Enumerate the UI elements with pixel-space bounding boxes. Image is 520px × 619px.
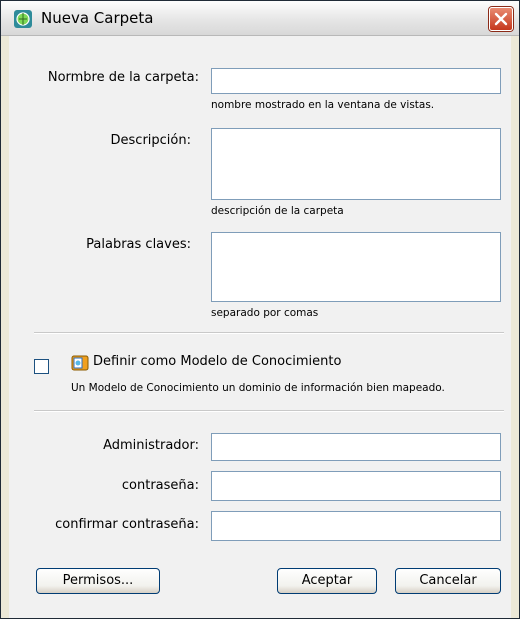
separator xyxy=(34,410,504,412)
keywords-input[interactable] xyxy=(211,232,501,302)
keywords-label: Palabras claves: xyxy=(86,237,191,252)
confirm-password-label: confirmar contraseña: xyxy=(55,517,199,532)
knowledge-model-icon xyxy=(71,354,89,372)
permissions-button[interactable]: Permisos... xyxy=(36,568,160,594)
folder-name-input[interactable] xyxy=(211,68,501,94)
description-label: Descripción: xyxy=(110,133,191,148)
keywords-hint: separado por comas xyxy=(211,307,319,319)
knowledge-model-checkbox[interactable] xyxy=(34,359,49,374)
confirm-password-input[interactable] xyxy=(211,511,501,541)
dialog-body: Normbre de la carpeta: nombre mostrado e… xyxy=(9,36,511,618)
folder-name-label: Normbre de la carpeta: xyxy=(47,70,199,85)
password-input[interactable] xyxy=(211,471,501,501)
administrator-input[interactable] xyxy=(211,433,501,461)
cancel-button[interactable]: Cancelar xyxy=(395,568,501,594)
password-label: contraseña: xyxy=(121,478,199,493)
administrator-label: Administrador: xyxy=(103,438,199,453)
close-button[interactable] xyxy=(489,7,513,31)
window-title: Nueva Carpeta xyxy=(41,9,154,27)
folder-globe-icon xyxy=(13,9,33,29)
close-icon xyxy=(494,12,508,26)
folder-name-hint: nombre mostrado en la ventana de vistas. xyxy=(211,99,435,111)
description-hint: descripción de la carpeta xyxy=(211,205,344,217)
knowledge-model-label: Definir como Modelo de Conocimiento xyxy=(93,354,342,369)
separator xyxy=(34,332,504,334)
accept-button[interactable]: Aceptar xyxy=(277,568,377,594)
title-bar[interactable]: Nueva Carpeta xyxy=(1,1,519,36)
knowledge-model-description: Un Modelo de Conocimiento un dominio de … xyxy=(71,382,445,394)
description-input[interactable] xyxy=(211,128,501,200)
dialog-window: Nueva Carpeta Normbre de la carpeta: nom… xyxy=(0,0,520,619)
